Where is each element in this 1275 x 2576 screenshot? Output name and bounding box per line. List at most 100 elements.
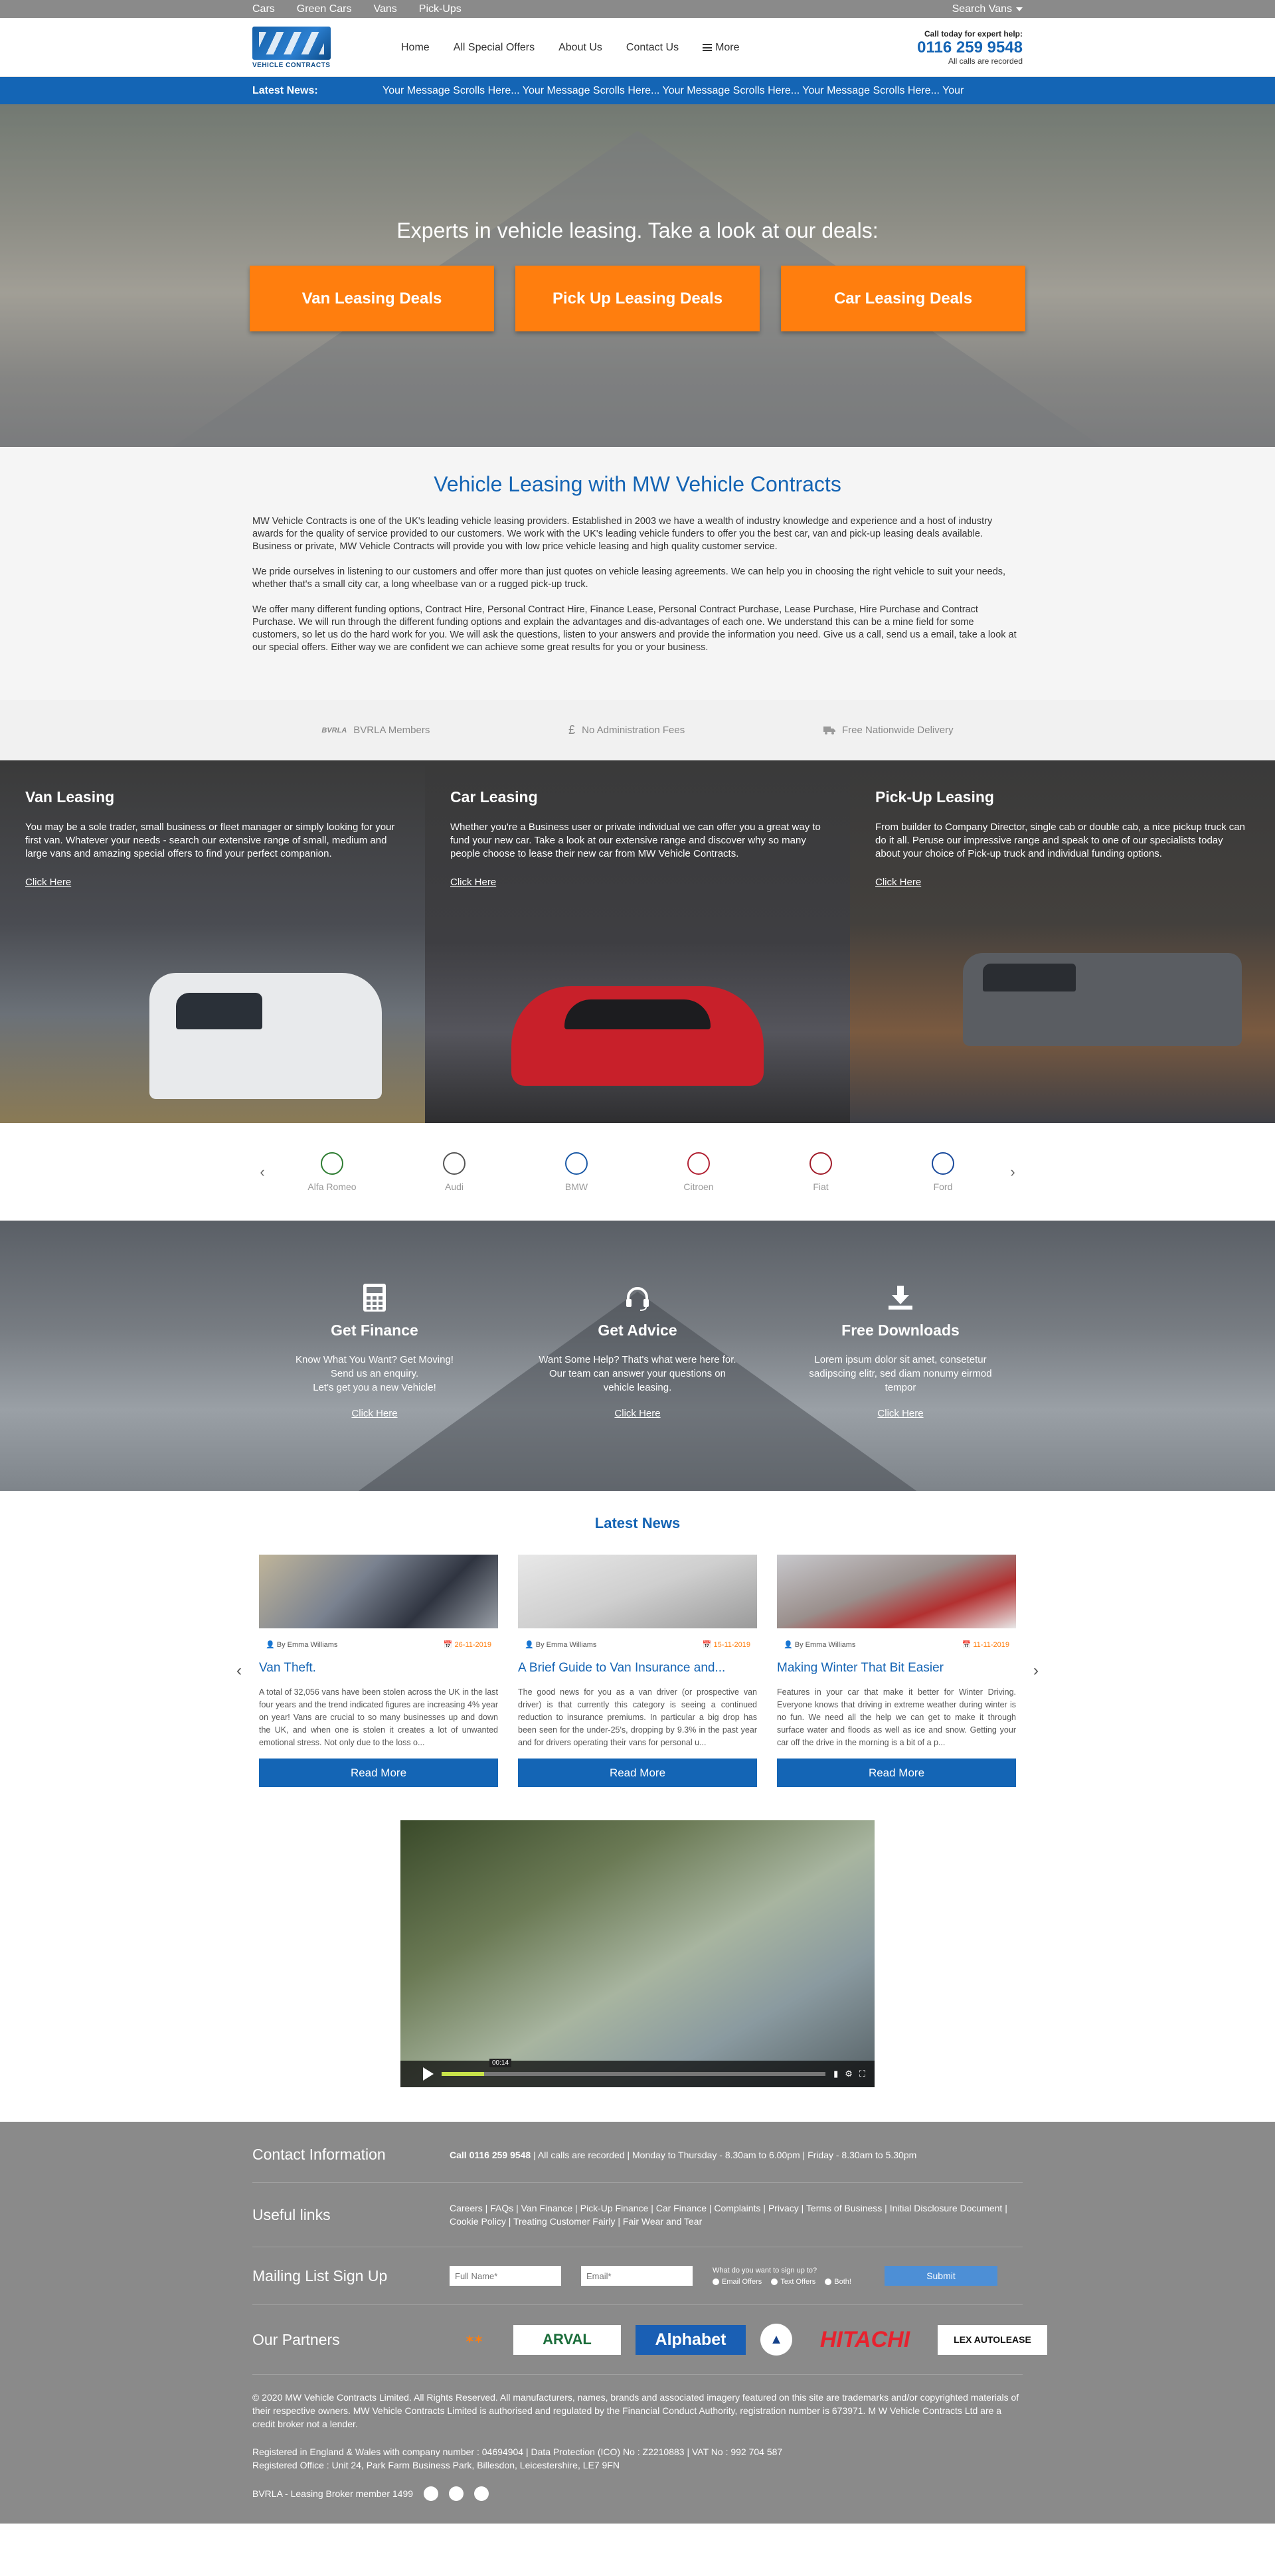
brand-item[interactable]: Audi — [414, 1152, 494, 1192]
play-icon[interactable] — [423, 2067, 434, 2081]
topbar-link-pickups[interactable]: Pick-Ups — [419, 3, 462, 15]
news-excerpt: A total of 32,056 vans have been stolen … — [259, 1687, 498, 1747]
download-icon — [889, 1286, 912, 1310]
brand-label: Citroen — [683, 1181, 714, 1192]
partner-logo-4[interactable]: ▲ — [760, 2324, 792, 2356]
partner-logo-hitachi[interactable]: HITACHI — [807, 2325, 923, 2355]
footer-contact-text: Call 0116 259 9548 | All calls are recor… — [450, 2148, 916, 2162]
nav-about-us[interactable]: About Us — [558, 42, 602, 54]
chevron-left-icon[interactable]: ‹ — [252, 1163, 272, 1181]
partner-logo-lex[interactable]: LEX AUTOLEASE — [938, 2324, 1047, 2355]
chevron-right-icon[interactable]: › — [1023, 1662, 1049, 1680]
signup-question: What do you want to sign up to? — [713, 2266, 817, 2275]
volume-icon[interactable]: ▮ — [833, 2069, 838, 2079]
car-leasing-deals-button[interactable]: Car Leasing Deals — [781, 266, 1025, 331]
intro-paragraph: We pride ourselves in listening to our c… — [252, 566, 1006, 590]
van-leasing-deals-button[interactable]: Van Leasing Deals — [250, 266, 494, 331]
partner-logos: ✶✶ ARVAL Alphabet ▲ HITACHI LEX AUTOLEAS… — [450, 2324, 1047, 2356]
panel-title: Car Leasing — [450, 788, 538, 806]
read-more-button[interactable]: Read More — [777, 1759, 1016, 1787]
settings-icon[interactable]: ⚙ — [845, 2069, 853, 2079]
facebook-icon[interactable] — [449, 2486, 464, 2501]
feature-label: No Administration Fees — [582, 725, 685, 736]
phone-number[interactable]: 0116 259 9548 — [917, 39, 1023, 57]
radio-text-offers[interactable]: Text Offers — [771, 2278, 815, 2286]
news-ticker-message[interactable]: Your Message Scrolls Here... Your Messag… — [382, 85, 964, 97]
search-vans-dropdown[interactable]: Search Vans — [952, 3, 1023, 15]
full-name-field[interactable] — [450, 2266, 561, 2286]
read-more-button[interactable]: Read More — [518, 1759, 757, 1787]
copyright-text: © 2020 MW Vehicle Contracts Limited. All… — [252, 2392, 1019, 2429]
brand-item[interactable]: Ford — [903, 1152, 983, 1192]
submit-button[interactable]: Submit — [884, 2266, 997, 2286]
news-card: 👤 By Emma Williams 📅 11-11-2019 Making W… — [777, 1555, 1016, 1787]
nav-more[interactable]: More — [703, 42, 740, 54]
van-leasing-link[interactable]: Click Here — [25, 877, 71, 888]
panel-text: From builder to Company Director, single… — [875, 821, 1245, 859]
chevron-right-icon[interactable]: › — [1003, 1163, 1023, 1181]
brand-item[interactable]: BMW — [537, 1152, 616, 1192]
mw-logo-icon — [252, 26, 331, 60]
news-title[interactable]: Van Theft. — [259, 1661, 498, 1675]
free-downloads-link[interactable]: Click Here — [877, 1408, 923, 1419]
chevron-left-icon[interactable]: ‹ — [226, 1662, 252, 1680]
intro-paragraph: MW Vehicle Contracts is one of the UK's … — [252, 516, 993, 552]
brand-item[interactable]: Fiat — [781, 1152, 861, 1192]
topbar-link-vans[interactable]: Vans — [373, 3, 396, 15]
news-title[interactable]: Making Winter That Bit Easier — [777, 1661, 1016, 1675]
call-label: Call today for expert help: — [924, 29, 1023, 39]
footer-links-title: Useful links — [252, 2205, 331, 2223]
logo-text: VEHICLE CONTRACTS — [252, 61, 331, 69]
footer-links[interactable]: Careers | FAQs | Van Finance | Pick-Up F… — [450, 2201, 1023, 2228]
radio-label: Text Offers — [780, 2277, 816, 2286]
news-date: 📅 26-11-2019 — [443, 1641, 491, 1649]
nav-contact-us[interactable]: Contact Us — [626, 42, 679, 54]
video-progress-fill — [442, 2072, 484, 2076]
brand-logo-icon — [443, 1152, 466, 1175]
topbar-link-green-cars[interactable]: Green Cars — [297, 3, 352, 15]
intro-paragraph: We offer many different funding options,… — [252, 604, 1017, 653]
car-leasing-panel[interactable]: Car Leasing Whether you're a Business us… — [425, 760, 850, 1123]
twitter-icon[interactable] — [424, 2486, 439, 2501]
service-line: Let's get you a new Vehicle! — [313, 1382, 436, 1393]
news-image[interactable] — [777, 1555, 1016, 1628]
main-nav: Home All Special Offers About Us Contact… — [401, 42, 740, 54]
video-progress-bar[interactable]: 00:14 — [442, 2059, 826, 2076]
footer-phone[interactable]: Call 0116 259 9548 — [450, 2150, 531, 2160]
pickup-leasing-panel[interactable]: Pick-Up Leasing From builder to Company … — [850, 760, 1275, 1123]
partner-logo-alphabet[interactable]: Alphabet — [636, 2324, 746, 2355]
brand-item[interactable]: Alfa Romeo — [292, 1152, 372, 1192]
free-downloads-card: Free Downloads Lorem ipsum dolor sit ame… — [802, 1280, 999, 1420]
car-leasing-link[interactable]: Click Here — [450, 877, 496, 888]
nav-home[interactable]: Home — [401, 42, 430, 54]
get-finance-link[interactable]: Click Here — [351, 1408, 397, 1419]
video-section: 00:14 ▮ ⚙ ⛶ — [0, 1820, 1275, 2122]
chevron-down-icon — [1016, 7, 1023, 11]
news-image[interactable] — [259, 1555, 498, 1628]
logo[interactable]: VEHICLE CONTRACTS — [252, 25, 332, 71]
video-player[interactable]: 00:14 ▮ ⚙ ⛶ — [400, 1820, 875, 2087]
read-more-button[interactable]: Read More — [259, 1759, 498, 1787]
leasing-panels: Van Leasing You may be a sole trader, sm… — [0, 760, 1275, 1123]
partner-logo-1[interactable]: ✶✶ — [450, 2325, 499, 2355]
radio-email-offers[interactable]: Email Offers — [713, 2278, 762, 2286]
panel-title: Van Leasing — [25, 788, 115, 806]
headset-icon — [626, 1287, 649, 1311]
pickup-leasing-deals-button[interactable]: Pick Up Leasing Deals — [515, 266, 760, 331]
news-image[interactable] — [518, 1555, 757, 1628]
partner-logo-arval[interactable]: ARVAL — [513, 2324, 621, 2355]
topbar-link-cars[interactable]: Cars — [252, 3, 275, 15]
fullscreen-icon[interactable]: ⛶ — [859, 2069, 865, 2079]
email-field[interactable] — [581, 2266, 693, 2286]
instagram-icon[interactable] — [474, 2486, 489, 2501]
van-leasing-panel[interactable]: Van Leasing You may be a sole trader, sm… — [0, 760, 425, 1123]
news-title[interactable]: A Brief Guide to Van Insurance and... — [518, 1661, 757, 1675]
latest-news-title: Latest News — [594, 1515, 681, 1531]
nav-special-offers[interactable]: All Special Offers — [454, 42, 535, 54]
radio-both[interactable]: Both! — [825, 2278, 851, 2286]
brand-item[interactable]: Citroen — [659, 1152, 738, 1192]
hero-heading: Experts in vehicle leasing. Take a look … — [396, 218, 879, 242]
pickup-leasing-link[interactable]: Click Here — [875, 877, 921, 888]
get-advice-link[interactable]: Click Here — [614, 1408, 660, 1419]
news-author: 👤 By Emma Williams — [266, 1641, 338, 1649]
